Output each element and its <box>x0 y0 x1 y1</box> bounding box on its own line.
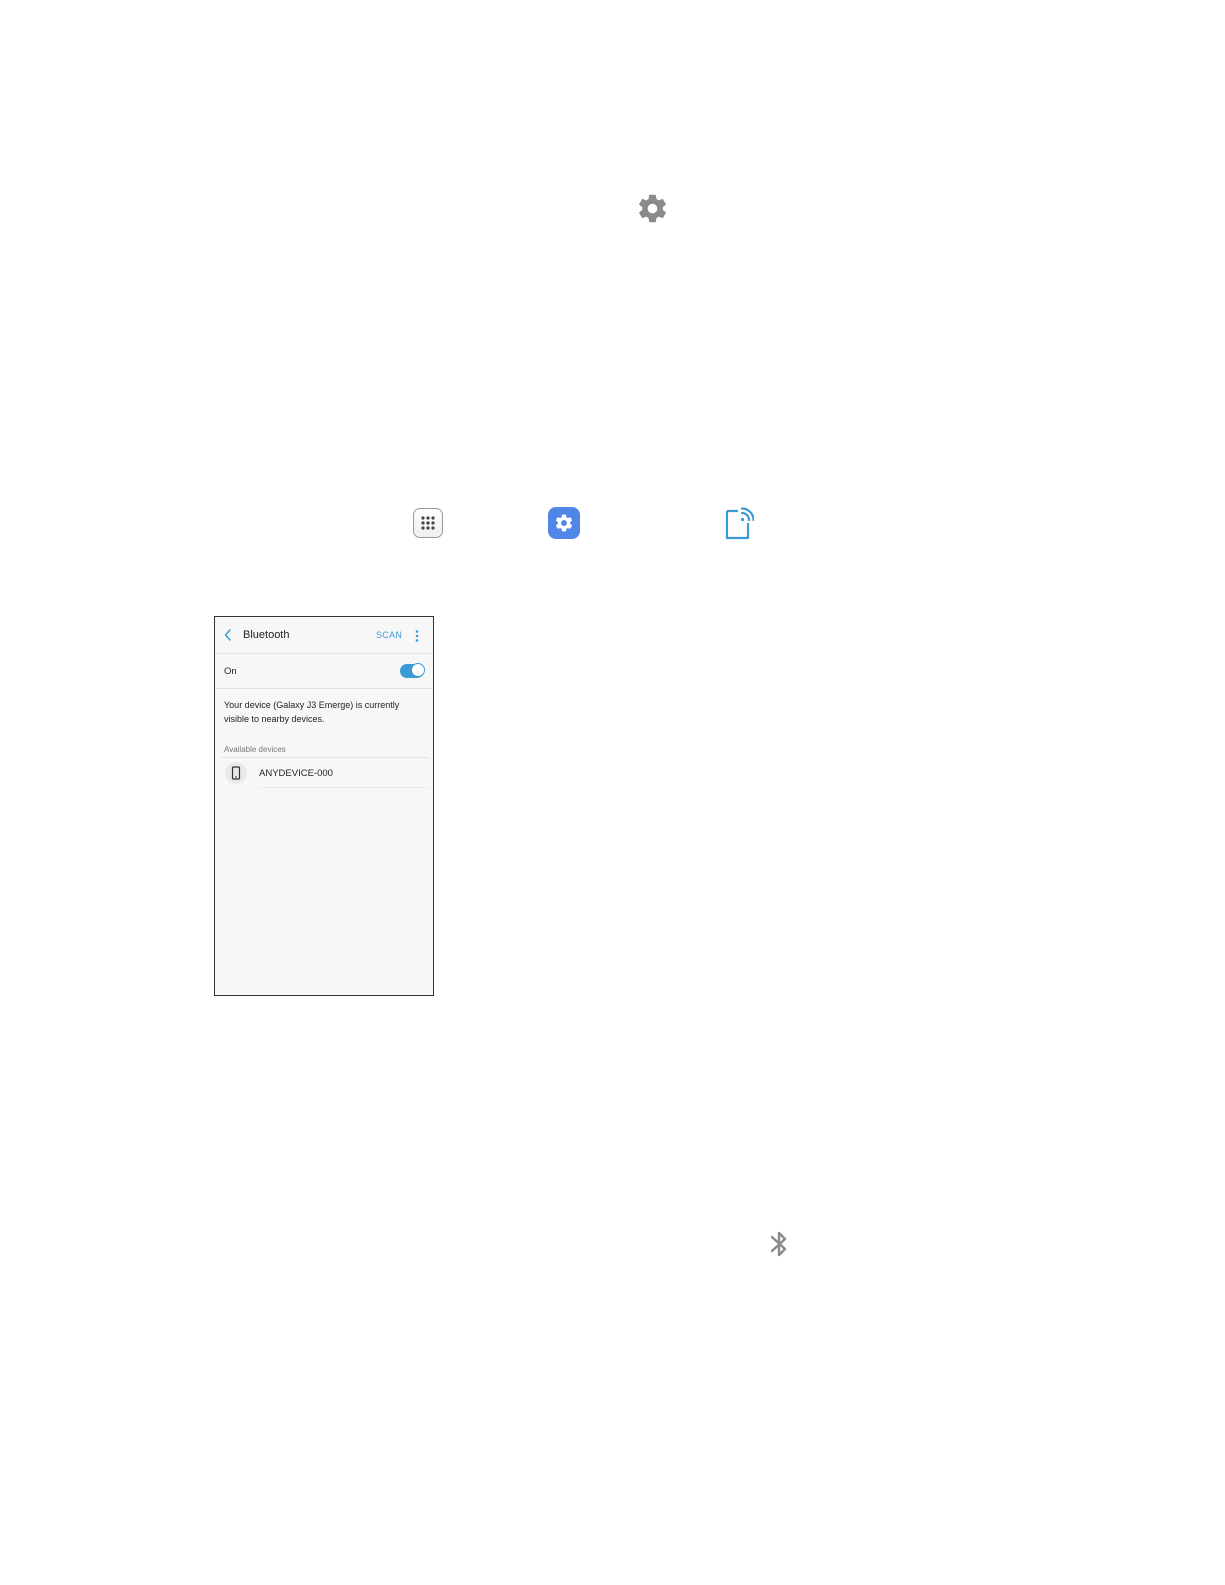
page-title: Bluetooth <box>243 629 290 641</box>
phone-device-icon <box>225 762 247 784</box>
bluetooth-settings-screenshot: Bluetooth SCAN On Your device (Galaxy J3… <box>214 616 434 996</box>
more-options-icon[interactable] <box>414 629 420 643</box>
bluetooth-icon <box>768 1228 790 1260</box>
connections-icon <box>722 507 755 541</box>
app-bar: Bluetooth SCAN <box>215 617 433 654</box>
apps-grid-icon <box>413 508 443 538</box>
available-devices-header: Available devices <box>224 745 286 754</box>
scan-button[interactable]: SCAN <box>376 630 402 640</box>
visibility-description: Your device (Galaxy J3 Emerge) is curren… <box>224 700 400 724</box>
device-list-item[interactable]: ANYDEVICE-000 <box>215 758 433 788</box>
toggle-label: On <box>224 666 237 677</box>
settings-app-icon <box>548 507 580 539</box>
switch-knob <box>411 663 425 677</box>
bluetooth-toggle-row[interactable]: On <box>215 654 433 689</box>
device-name: ANYDEVICE-000 <box>259 768 333 779</box>
divider <box>259 787 429 788</box>
bluetooth-switch[interactable] <box>400 663 425 678</box>
back-arrow-icon[interactable] <box>223 628 233 642</box>
gear-icon <box>636 192 669 225</box>
